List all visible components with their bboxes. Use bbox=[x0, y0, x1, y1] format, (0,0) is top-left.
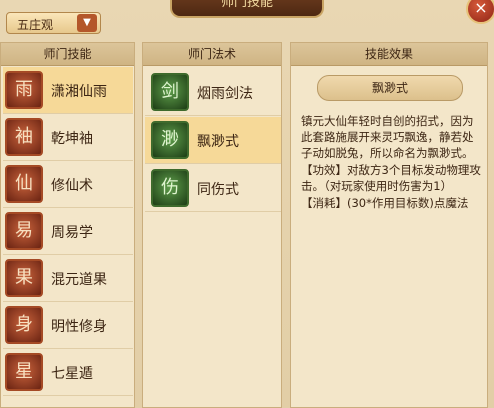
skill-label: 潇湘仙雨 bbox=[51, 84, 107, 100]
burst-spell-icon: 伤 bbox=[151, 169, 189, 207]
body-skill-icon: 身 bbox=[5, 306, 43, 344]
spell-label: 烟雨剑法 bbox=[197, 86, 253, 102]
skill-item-xiaoxiang[interactable]: 雨 潇湘仙雨 bbox=[3, 67, 133, 114]
effect-panel: 技能效果 飘渺式 镇元大仙年轻时自创的招式，因为此套路施展开来灵巧飘逸，静若处子… bbox=[290, 42, 488, 408]
skill-label: 乾坤袖 bbox=[51, 131, 93, 147]
skill-label: 修仙术 bbox=[51, 178, 93, 194]
effect-description: 镇元大仙年轻时自创的招式，因为此套路施展开来灵巧飘逸，静若处子动如脱兔，所以命名… bbox=[301, 114, 474, 160]
immortal-skill-icon: 仙 bbox=[5, 165, 43, 203]
spell-item-piaomiao[interactable]: 渺 飘渺式 bbox=[145, 117, 281, 164]
star-skill-icon: 星 bbox=[5, 353, 43, 391]
skill-item-qixing[interactable]: 星 七星遁 bbox=[3, 349, 133, 396]
effect-cost: 【消耗】(30*作用目标数)点魔法 bbox=[301, 196, 469, 210]
window-title: 师门技能 bbox=[170, 0, 324, 18]
spell-label: 飘渺式 bbox=[197, 134, 239, 150]
close-icon: × bbox=[474, 0, 488, 17]
skill-item-qiankun[interactable]: 袖 乾坤袖 bbox=[3, 114, 133, 161]
skill-item-hunyuan[interactable]: 果 混元道果 bbox=[3, 255, 133, 302]
spell-item-yanyu[interactable]: 剑 烟雨剑法 bbox=[145, 69, 281, 116]
spell-item-tongshang[interactable]: 伤 同伤式 bbox=[145, 165, 281, 212]
skill-window: 师门技能 × 五庄观 ▼ 师门技能 雨 潇湘仙雨 袖 乾坤袖 仙 修仙术 易 周… bbox=[0, 0, 494, 408]
skills-panel: 师门技能 雨 潇湘仙雨 袖 乾坤袖 仙 修仙术 易 周易学 果 混元道果 身 明… bbox=[0, 42, 135, 408]
chevron-down-icon[interactable]: ▼ bbox=[77, 14, 97, 32]
wind-spell-icon: 渺 bbox=[151, 121, 189, 159]
effect-description-block: 镇元大仙年轻时自创的招式，因为此套路施展开来灵巧飘逸，静若处子动如脱兔，所以命名… bbox=[301, 113, 481, 212]
fruit-skill-icon: 果 bbox=[5, 259, 43, 297]
spell-label: 同伤式 bbox=[197, 182, 239, 198]
skill-label: 周易学 bbox=[51, 225, 93, 241]
spells-panel-header: 师门法术 bbox=[143, 43, 281, 66]
rain-skill-icon: 雨 bbox=[5, 71, 43, 109]
effect-spell-name: 飘渺式 bbox=[317, 75, 463, 101]
close-button[interactable]: × bbox=[466, 0, 494, 24]
sleeve-skill-icon: 袖 bbox=[5, 118, 43, 156]
effect-panel-header: 技能效果 bbox=[291, 43, 487, 66]
skill-item-mingxing[interactable]: 身 明性修身 bbox=[3, 302, 133, 349]
skill-item-xiuxian[interactable]: 仙 修仙术 bbox=[3, 161, 133, 208]
skill-item-zhouyi[interactable]: 易 周易学 bbox=[3, 208, 133, 255]
skill-label: 混元道果 bbox=[51, 272, 107, 288]
sword-spell-icon: 剑 bbox=[151, 73, 189, 111]
skill-label: 明性修身 bbox=[51, 319, 107, 335]
sect-dropdown-value: 五庄观 bbox=[17, 18, 54, 32]
yijing-skill-icon: 易 bbox=[5, 212, 43, 250]
spells-panel: 师门法术 剑 烟雨剑法 渺 飘渺式 伤 同伤式 bbox=[142, 42, 282, 408]
effect-function: 【功效】对敌方3个目标发动物理攻击。（对玩家使用时伤害为1） bbox=[301, 163, 481, 193]
sect-dropdown[interactable]: 五庄观 ▼ bbox=[6, 12, 101, 34]
skill-label: 七星遁 bbox=[51, 366, 93, 382]
skills-panel-header: 师门技能 bbox=[1, 43, 134, 66]
